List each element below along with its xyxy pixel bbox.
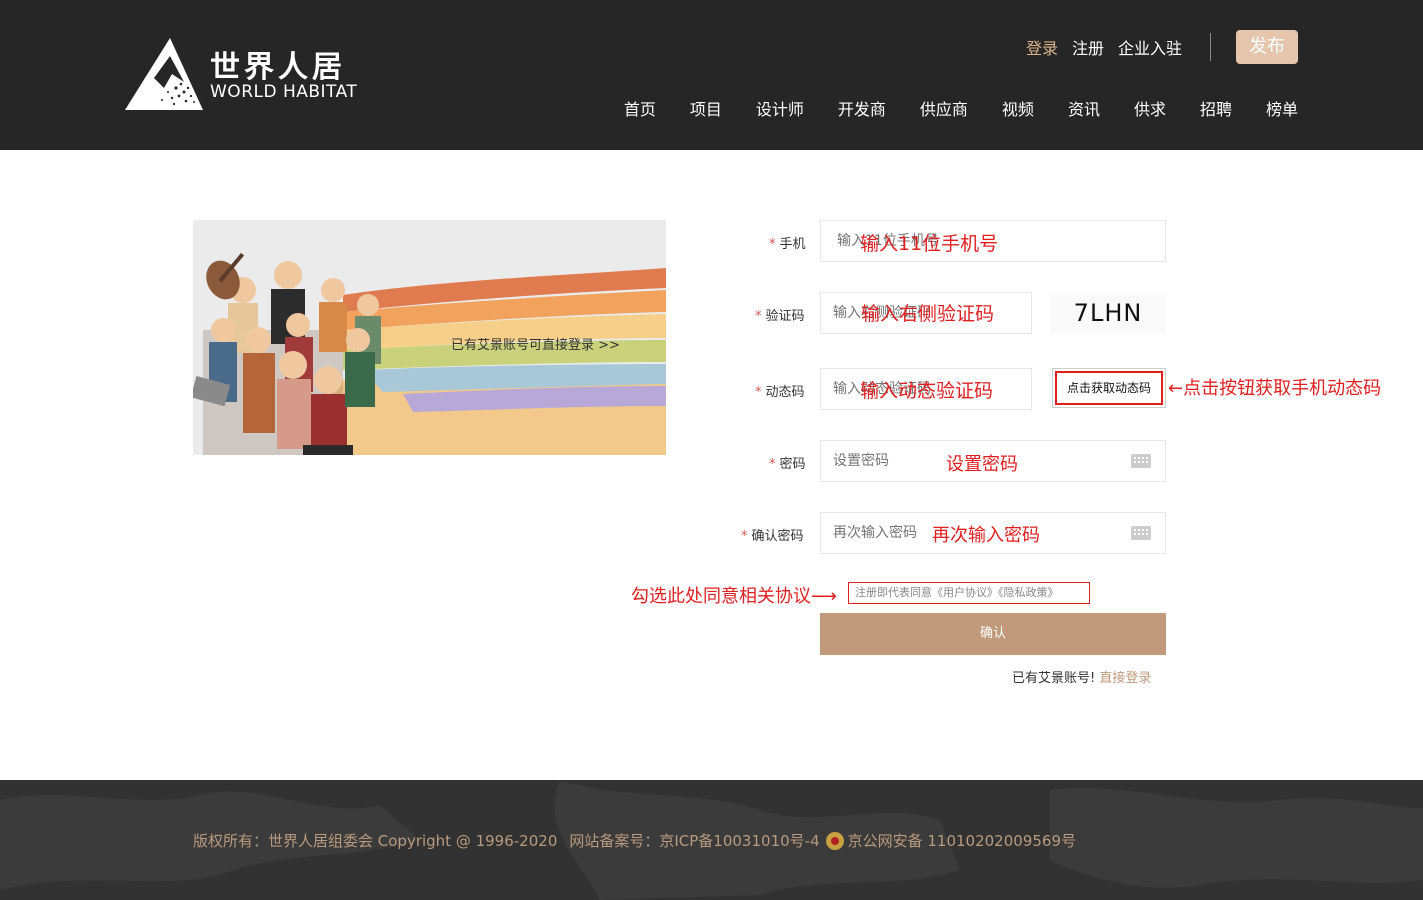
nav-item-home[interactable]: 首页 (624, 96, 656, 120)
site-footer: 版权所有：世界人居组委会 Copyright @ 1996-2020 网站备案号… (0, 780, 1423, 900)
site-header: 世界人居 WORLD HABITAT 登录 注册 企业入驻 发布 首页 项目 设… (0, 0, 1423, 150)
confirm-button[interactable]: 确认 (820, 613, 1166, 655)
sms-placeholder-annotation: 输入动态验证码 (860, 380, 994, 402)
main-nav: 首页 项目 设计师 开发商 供应商 视频 资讯 供求 招聘 榜单 (624, 96, 1298, 120)
nav-item-suppliers[interactable]: 供应商 (920, 96, 968, 120)
required-mark: * (755, 309, 762, 324)
already-registered-text: 已有艾景账号! (1012, 671, 1096, 686)
footer-info: 版权所有：世界人居组委会 Copyright @ 1996-2020 网站备案号… (193, 830, 1076, 851)
required-mark: * (755, 385, 762, 400)
keyboard-icon[interactable] (1131, 454, 1151, 468)
logo-english-text: WORLD HABITAT (210, 82, 358, 102)
keyboard-icon[interactable] (1131, 526, 1151, 540)
sms-code-label-text: 动态码 (765, 385, 805, 400)
password-label: * 密码 (769, 453, 806, 472)
confirm-password-label: * 确认密码 (741, 525, 804, 544)
police-record-text[interactable]: 京公网安备 11010202009569号 (848, 830, 1076, 851)
get-sms-code-button[interactable]: 点击获取动态码 (1052, 368, 1166, 408)
captcha-label: * 验证码 (755, 305, 805, 324)
sms-hint-annotation: ←点击按钮获取手机动态码 (1168, 378, 1382, 399)
top-links: 登录 注册 企业入驻 (1026, 36, 1196, 58)
required-mark: * (769, 237, 776, 252)
confirm-password-label-text: 确认密码 (751, 529, 804, 544)
copyright-text: 版权所有：世界人居组委会 Copyright @ 1996-2020 (193, 832, 558, 850)
direct-login-link[interactable]: 直接登录 (1099, 671, 1151, 686)
phone-label-text: 手机 (779, 237, 806, 252)
logo-chinese-text: 世界人居 (210, 50, 346, 85)
agree-hint-annotation: 勾选此处同意相关协议⟶ (631, 586, 837, 607)
nav-item-projects[interactable]: 项目 (690, 96, 722, 120)
banner-login-link[interactable]: 已有艾景账号可直接登录 >> (451, 334, 620, 353)
police-badge-icon (825, 831, 844, 850)
nav-item-jobs[interactable]: 招聘 (1200, 96, 1232, 120)
password-label-text: 密码 (779, 457, 806, 472)
agreement-checkbox[interactable]: 注册即代表同意《用户协议》《隐私政策》 (848, 582, 1090, 604)
nav-item-news[interactable]: 资讯 (1068, 96, 1100, 120)
header-divider (1210, 33, 1211, 61)
phone-placeholder-annotation: 输入11位手机号 (860, 233, 999, 255)
required-mark: * (741, 529, 748, 544)
site-logo[interactable]: 世界人居 WORLD HABITAT (124, 38, 364, 112)
captcha-label-text: 验证码 (765, 309, 805, 324)
nav-item-videos[interactable]: 视频 (1002, 96, 1034, 120)
enterprise-join-link[interactable]: 企业入驻 (1118, 35, 1182, 59)
publish-button[interactable]: 发布 (1236, 30, 1298, 64)
captcha-placeholder-annotation: 输入右侧验证码 (861, 303, 995, 325)
register-link[interactable]: 注册 (1072, 35, 1104, 59)
confirm-password-placeholder-annotation: 再次输入密码 (932, 525, 1040, 546)
nav-item-rankings[interactable]: 榜单 (1266, 96, 1298, 120)
required-mark: * (769, 457, 776, 472)
phone-label: * 手机 (769, 233, 806, 252)
captcha-image[interactable]: 7LHN (1050, 293, 1166, 333)
mountain-logo-icon (125, 38, 203, 110)
login-link[interactable]: 登录 (1026, 35, 1058, 59)
password-placeholder-annotation: 设置密码 (946, 454, 1018, 475)
nav-item-supply-demand[interactable]: 供求 (1134, 96, 1166, 120)
get-sms-code-label: 点击获取动态码 (1055, 371, 1163, 405)
nav-item-developers[interactable]: 开发商 (838, 96, 886, 120)
icp-text[interactable]: 网站备案号：京ICP备10031010号-4 (569, 830, 819, 851)
register-banner: 已有艾景账号可直接登录 >> (193, 220, 666, 455)
already-registered: 已有艾景账号! 直接登录 (1012, 667, 1151, 686)
nav-item-designers[interactable]: 设计师 (756, 96, 804, 120)
sms-code-label: * 动态码 (755, 381, 805, 400)
